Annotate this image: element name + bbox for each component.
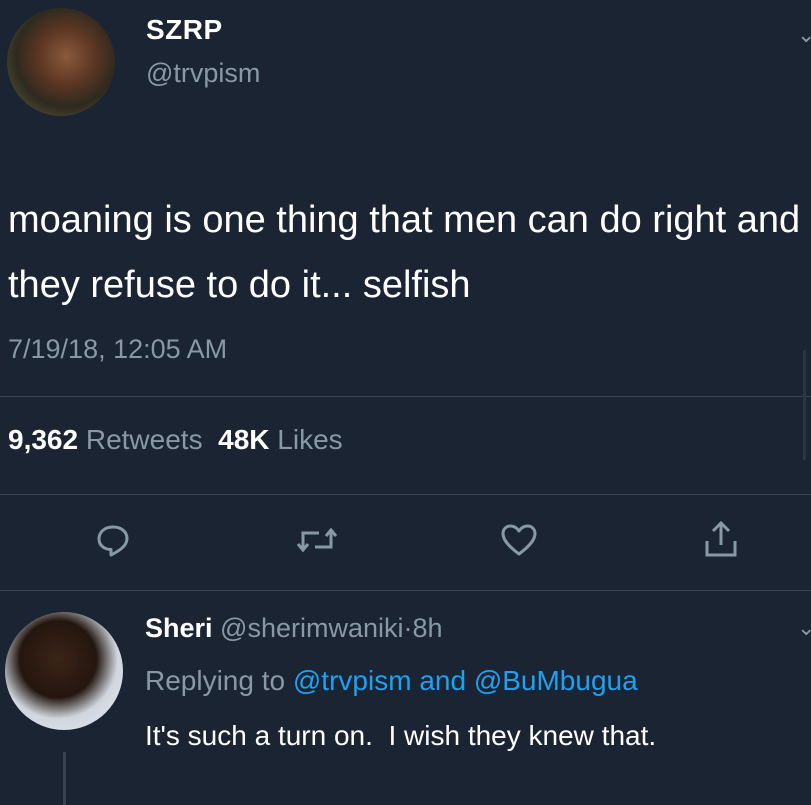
likes-count: 48K bbox=[218, 424, 270, 455]
retweet-icon bbox=[296, 527, 338, 553]
share-icon bbox=[705, 520, 737, 557]
reply-author-handle[interactable]: @sherimwaniki bbox=[220, 613, 403, 643]
author-name[interactable]: SZRP bbox=[146, 14, 223, 46]
likes-label: Likes bbox=[277, 424, 343, 455]
reply-button[interactable] bbox=[88, 515, 138, 565]
reply-header: Sheri @sherimwaniki·8h bbox=[145, 613, 443, 644]
reply-author-avatar[interactable] bbox=[5, 612, 123, 730]
reply-text: It's such a turn on. I wish they knew th… bbox=[145, 720, 657, 751]
thread-line bbox=[63, 752, 66, 805]
likes-stat[interactable]: 48K Likes bbox=[218, 424, 343, 455]
reply-separator: · bbox=[403, 613, 413, 643]
mention-link[interactable]: @trvpism bbox=[293, 665, 412, 696]
retweets-stat[interactable]: 9,362 Retweets bbox=[8, 424, 203, 455]
replying-to: Replying to @trvpism and @BuMbugua bbox=[145, 665, 638, 697]
chevron-down-icon[interactable]: ⌄ bbox=[797, 615, 811, 641]
tweet-text: moaning is one thing that men can do rig… bbox=[8, 199, 801, 306]
divider bbox=[0, 494, 811, 495]
reply-time[interactable]: 8h bbox=[413, 613, 443, 643]
like-button[interactable] bbox=[494, 515, 544, 565]
divider bbox=[0, 590, 811, 591]
share-button[interactable] bbox=[696, 515, 746, 565]
replying-and[interactable]: and bbox=[419, 665, 466, 696]
mention-link[interactable]: @BuMbugua bbox=[474, 665, 638, 696]
reply-icon bbox=[97, 525, 129, 557]
author-handle[interactable]: @trvpism bbox=[146, 58, 260, 89]
retweet-button[interactable] bbox=[292, 515, 342, 565]
author-avatar[interactable] bbox=[7, 8, 115, 116]
divider bbox=[0, 396, 811, 397]
retweets-label: Retweets bbox=[85, 424, 203, 455]
scrollbar[interactable] bbox=[803, 350, 806, 460]
like-icon bbox=[501, 524, 537, 556]
chevron-down-icon[interactable]: ⌄ bbox=[797, 22, 811, 48]
retweets-count: 9,362 bbox=[8, 424, 79, 455]
tweet-timestamp[interactable]: 7/19/18, 12:05 AM bbox=[8, 334, 227, 365]
replying-prefix: Replying to bbox=[145, 665, 286, 696]
tweet-stats: 9,362 Retweets 48K Likes bbox=[8, 424, 343, 456]
reply-author-name[interactable]: Sheri bbox=[145, 613, 213, 643]
